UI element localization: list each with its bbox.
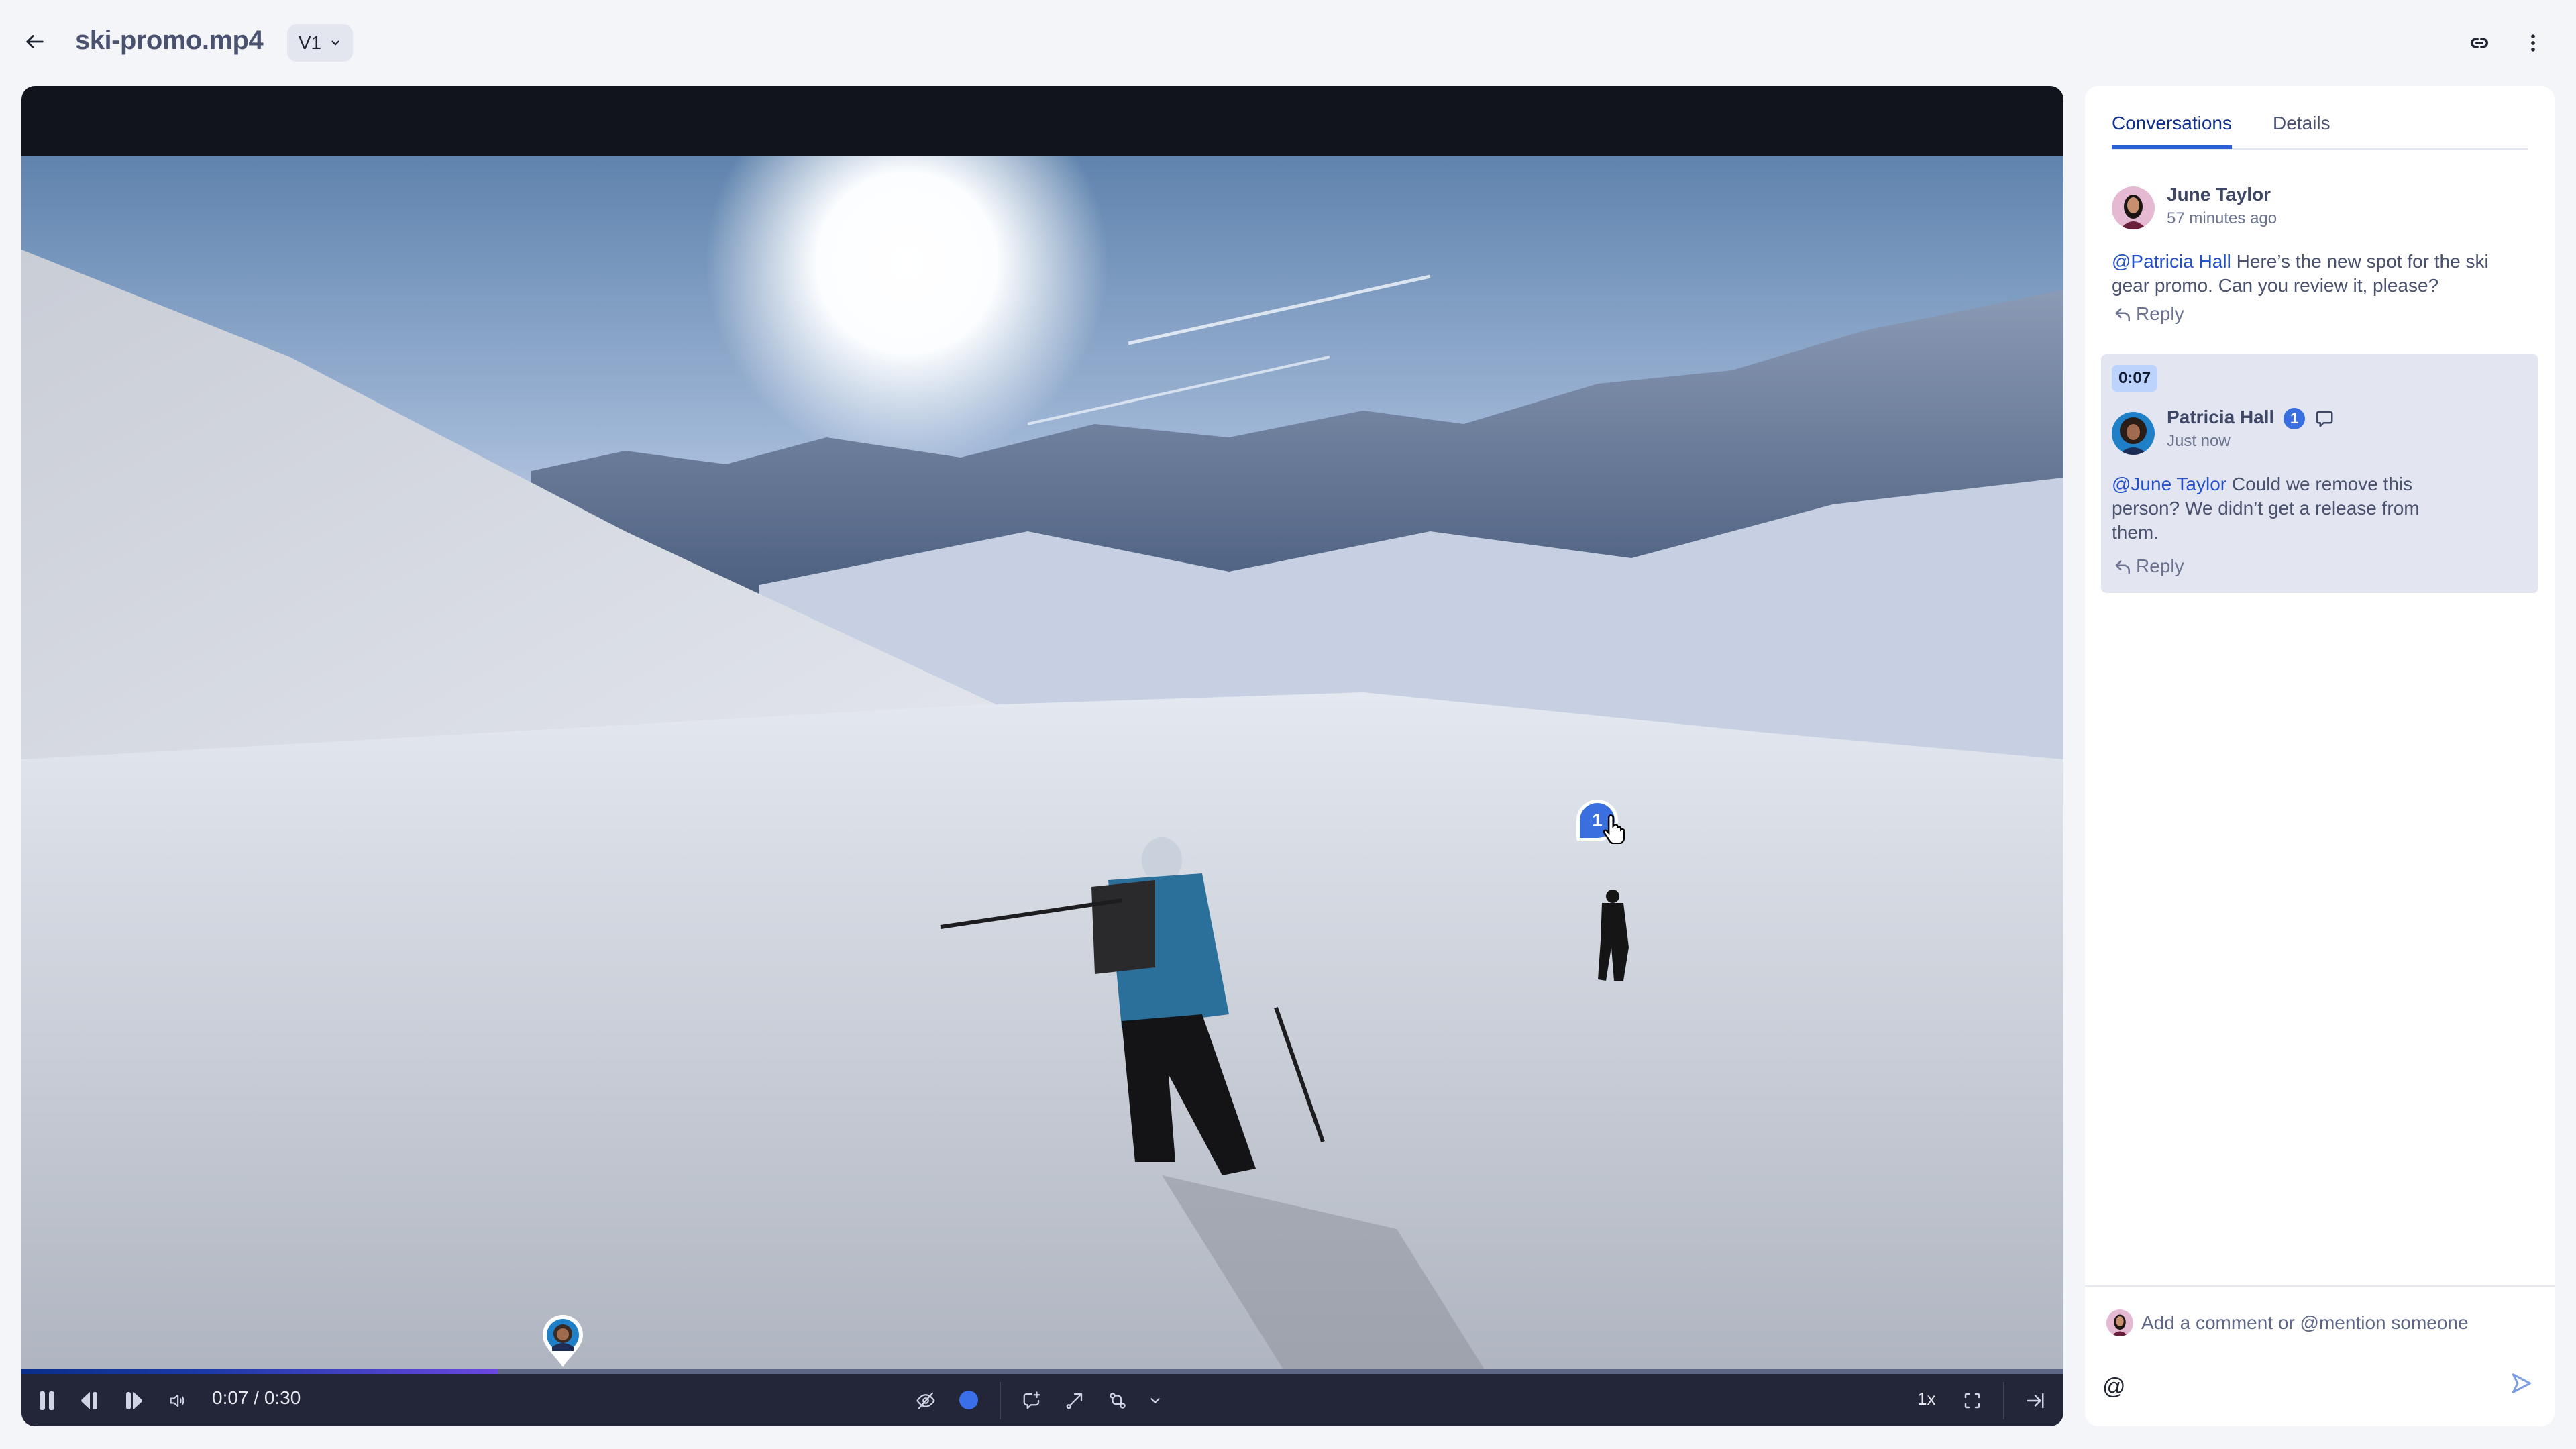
annotation-color-button[interactable]: [959, 1391, 978, 1409]
mention-button[interactable]: @: [2102, 1374, 2126, 1400]
mention-link[interactable]: @Patricia Hall: [2112, 251, 2231, 272]
comment-time: Just now: [2167, 432, 2231, 450]
annotation-pin[interactable]: 1: [1576, 800, 1618, 841]
shape-tool-button[interactable]: [1104, 1387, 1131, 1414]
version-label: V1: [298, 32, 322, 53]
avatar-marker-icon: [543, 1315, 583, 1367]
divider: [1000, 1382, 1001, 1419]
reply-label: Reply: [2136, 303, 2184, 324]
shape-icon: [1110, 1393, 1126, 1409]
frame-forward-icon: [126, 1392, 142, 1409]
fullscreen-icon: [1964, 1393, 1980, 1409]
arrow-draw-icon: [1066, 1393, 1083, 1409]
volume-button[interactable]: [164, 1387, 191, 1414]
more-tools-dropdown[interactable]: [1143, 1387, 1167, 1414]
avatar: [2112, 186, 2155, 229]
version-dropdown[interactable]: V1: [287, 24, 353, 62]
volume-icon: [170, 1394, 184, 1407]
send-icon: [2512, 1373, 2531, 1393]
sidebar-tabs: Conversations Details: [2112, 113, 2528, 150]
comments-sidebar: Conversations Details June Taylor 57 min…: [2085, 86, 2555, 1426]
arrow-left-icon: [26, 35, 44, 48]
reply-button[interactable]: Reply: [2113, 303, 2184, 325]
chevron-down-icon: [331, 40, 339, 46]
arrow-right-to-line-icon: [2027, 1393, 2044, 1409]
more-options-button[interactable]: [2517, 27, 2549, 59]
comment-author: June Taylor: [2167, 184, 2271, 205]
timeline-progress: [21, 1368, 498, 1374]
step-forward-button[interactable]: [121, 1387, 148, 1414]
reply-button[interactable]: Reply: [2113, 555, 2184, 577]
comment-thread: June Taylor 57 minutes ago @Patricia Hal…: [2112, 182, 2528, 330]
mention-link[interactable]: @June Taylor: [2112, 474, 2226, 494]
add-comment-button[interactable]: [1018, 1387, 1045, 1414]
fullscreen-button[interactable]: [1959, 1387, 1986, 1414]
hide-annotations-button[interactable]: [912, 1387, 939, 1414]
pause-button[interactable]: [34, 1387, 60, 1414]
video-frame[interactable]: [21, 156, 2063, 1390]
video-player: [21, 86, 2063, 1426]
avatar: [2112, 412, 2155, 455]
ground: [21, 692, 2063, 1390]
more-vertical-icon: [2531, 34, 2535, 52]
avatar-june-taylor: [2106, 1309, 2133, 1336]
frame-back-icon: [81, 1392, 97, 1409]
comment-author: Patricia Hall 1: [2167, 407, 2334, 429]
comment-thread-active[interactable]: 0:07 Patricia Hall 1 Just now @June Tayl…: [2101, 354, 2538, 593]
comment-time: 57 minutes ago: [2167, 209, 2277, 227]
back-button[interactable]: [20, 27, 50, 56]
comment-body: @Patricia Hall Here’s the new spot for t…: [2112, 250, 2521, 298]
arrow-tool-button[interactable]: [1061, 1387, 1088, 1414]
copy-link-button[interactable]: [2463, 27, 2496, 59]
annotation-pin-label: 1: [1592, 810, 1603, 830]
avatar-june-taylor: [2112, 186, 2155, 229]
file-title: ski-promo.mp4: [75, 25, 264, 55]
tab-conversations[interactable]: Conversations: [2112, 113, 2232, 149]
avatar-patricia-hall: [2112, 412, 2155, 455]
pause-icon: [40, 1391, 54, 1410]
divider: [2003, 1382, 2004, 1419]
comment-icon: [2316, 411, 2333, 427]
comment-body: @June Taylor Could we remove this person…: [2112, 472, 2447, 545]
video-scene: [21, 156, 2063, 1390]
eye-off-icon: [916, 1392, 935, 1409]
step-back-button[interactable]: [76, 1387, 103, 1414]
time-display: 0:07 / 0:30: [212, 1387, 301, 1408]
annotation-number-badge: 1: [2284, 407, 2306, 429]
timeline-comment-marker[interactable]: [541, 1313, 584, 1368]
tab-details[interactable]: Details: [2273, 113, 2330, 134]
divider: [2085, 1285, 2555, 1287]
collapse-sidebar-button[interactable]: [2022, 1387, 2049, 1414]
timeline-scrubber[interactable]: [21, 1368, 2063, 1374]
reply-label: Reply: [2136, 555, 2184, 576]
current-user-avatar: [2106, 1309, 2133, 1336]
timestamp-badge[interactable]: 0:07: [2112, 365, 2158, 392]
comment-author-name: Patricia Hall: [2167, 407, 2275, 427]
reply-icon: [2115, 560, 2130, 574]
send-button[interactable]: [2508, 1370, 2537, 1399]
comment-input[interactable]: [2141, 1308, 2517, 1338]
reply-icon: [2115, 308, 2130, 322]
header: ski-promo.mp4 V1: [0, 0, 2576, 86]
chevron-down-icon: [1150, 1398, 1160, 1403]
playback-speed-button[interactable]: 1x: [1917, 1389, 1935, 1409]
link-icon: [2471, 38, 2488, 48]
comment-add-icon: [1023, 1391, 1040, 1409]
